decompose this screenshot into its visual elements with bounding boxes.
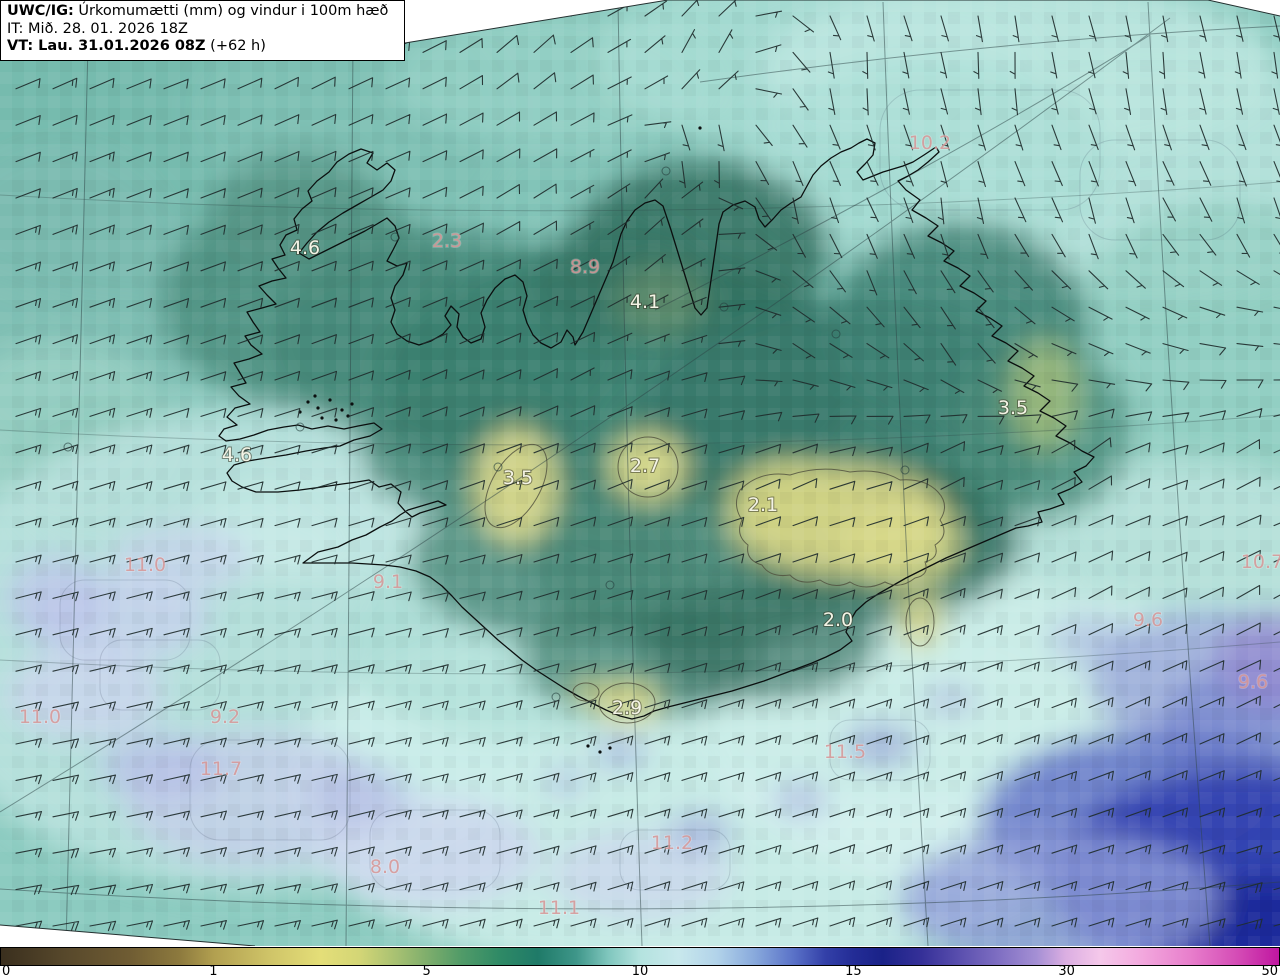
colorbar-tick-15: 15 (845, 964, 862, 978)
weather-map-canvas: 4.64.13.54.63.52.72.12.02.910.22.38.911.… (0, 0, 1280, 946)
title-line-init: IT: Mið. 28. 01. 2026 18Z (7, 20, 188, 37)
colorbar-tick-30: 30 (1058, 964, 1075, 978)
title-line-valid: VT: Lau. 31.01.2026 08Z (+62 h) (7, 38, 396, 56)
product-description: Úrkomumætti (mm) og vindur i 100m hæð (73, 3, 389, 19)
title-box: UWC/IG: Úrkomumætti (mm) og vindur i 100… (0, 0, 405, 61)
lead-time: (+62 h) (205, 38, 266, 54)
colorbar-tick-10: 10 (631, 964, 649, 978)
pixel-texture (0, 0, 1280, 946)
colorbar-tick-5: 5 (422, 964, 431, 978)
title-line-product: UWC/IG: Úrkomumætti (mm) og vindur i 100… (7, 3, 396, 21)
colorbar-tick-50: 50 (1261, 964, 1278, 978)
colorbar-tick-1: 1 (209, 964, 218, 978)
valid-time: VT: Lau. 31.01.2026 08Z (7, 38, 206, 54)
product-code: UWC/IG: (7, 3, 74, 19)
colorbar-ticks: 0 1 5 10 15 30 50 (0, 965, 1280, 978)
weather-chart-page: 4.6 4.1 3.5 4.6 3.5 2.7 2.1 2.0 2.9 10.2 2.3 8.9 11.… (0, 0, 1280, 978)
colorbar-tick-0: 0 (2, 964, 11, 978)
map-area: 4.6 4.1 3.5 4.6 3.5 2.7 2.1 2.0 2.9 10.2 2.3 8.9 11.… (0, 0, 1280, 946)
